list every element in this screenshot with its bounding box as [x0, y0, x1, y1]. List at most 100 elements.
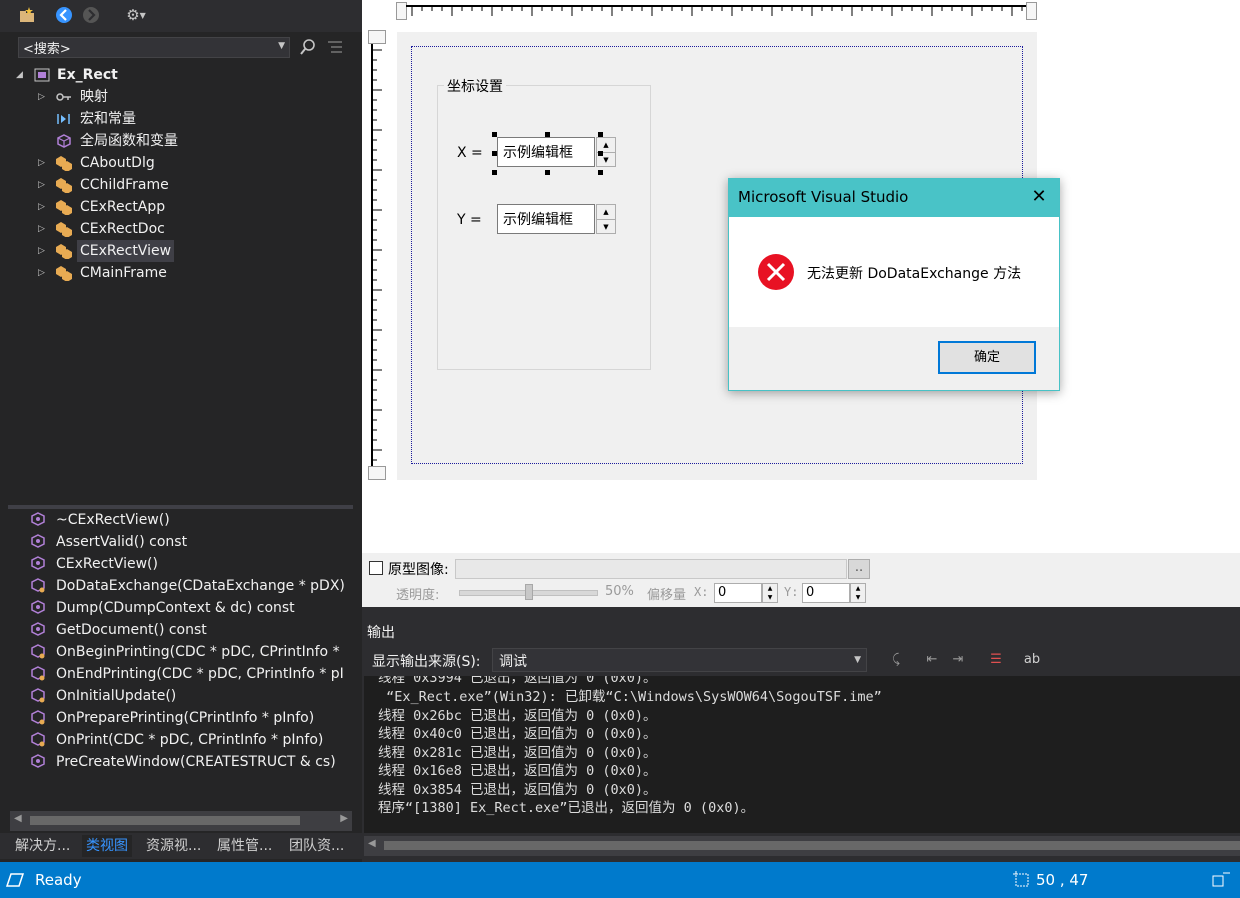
- filter-icon[interactable]: [324, 36, 346, 58]
- member-item[interactable]: OnBeginPrinting(CDC * pDC, CPrintInfo *: [30, 641, 354, 663]
- offset-y-spin[interactable]: ▲ ▼: [850, 583, 866, 603]
- collapsed-arrow-icon[interactable]: ▷: [38, 196, 45, 218]
- expanded-arrow-icon[interactable]: ◢: [16, 64, 23, 86]
- chevron-down-icon[interactable]: ▼: [854, 655, 861, 665]
- opacity-slider-thumb[interactable]: [524, 584, 533, 600]
- tree-item-cchildframe[interactable]: ▷ CChildFrame: [0, 174, 352, 196]
- search-input[interactable]: [19, 38, 275, 57]
- error-icon: [758, 254, 794, 290]
- class-icon: [56, 200, 72, 215]
- prototype-image-path-input[interactable]: [455, 559, 847, 579]
- tree-item-ex-rect[interactable]: ◢ Ex_Rect: [0, 64, 352, 86]
- resize-handle[interactable]: [545, 170, 550, 175]
- member-item[interactable]: CExRectView(): [30, 553, 354, 575]
- tree-item-label: CExRectApp: [80, 199, 166, 215]
- member-item[interactable]: ~CExRectView(): [30, 509, 354, 531]
- ok-button[interactable]: 确定: [938, 341, 1036, 374]
- key-icon: [56, 93, 71, 101]
- output-line: 程序“[1380] Ex_Rect.exe”已退出，返回值为 0 (0x0)。: [378, 800, 755, 816]
- collapsed-arrow-icon[interactable]: ▷: [38, 86, 45, 108]
- output-source-select[interactable]: 调试 ▼: [492, 648, 867, 672]
- resize-handle[interactable]: [492, 170, 497, 175]
- method-icon: [31, 556, 45, 570]
- x-static-label[interactable]: X =: [457, 145, 483, 161]
- class-view-search[interactable]: ▼: [18, 37, 290, 58]
- tree-item-label: Ex_Rect: [57, 67, 118, 83]
- go-to-line-icon[interactable]: ⤹: [886, 650, 906, 670]
- tab-team-explorer[interactable]: 团队资...: [285, 835, 348, 857]
- forward-icon[interactable]: [80, 4, 102, 26]
- tree-item-caboutdlg[interactable]: ▷ CAboutDlg: [0, 152, 352, 174]
- member-item[interactable]: PreCreateWindow(CREATESTRUCT & cs): [30, 751, 354, 773]
- output-text-area[interactable]: 线程 0x3994 已退出，返回值为 0 (0x0)。 “Ex_Rect.exe…: [364, 676, 1240, 833]
- output-line: “Ex_Rect.exe”(Win32): 已卸载“C:\Windows\Sys…: [378, 689, 882, 705]
- word-wrap-icon[interactable]: ab: [1022, 650, 1042, 670]
- member-item[interactable]: AssertValid() const: [30, 531, 354, 553]
- protected-method-icon: [31, 710, 45, 725]
- y-spin-control[interactable]: ▲ ▼: [596, 204, 616, 234]
- collapsed-arrow-icon[interactable]: ▷: [38, 218, 45, 240]
- search-icon[interactable]: [297, 36, 319, 58]
- protected-method-icon: [31, 644, 45, 659]
- resize-handle[interactable]: [598, 151, 603, 156]
- resize-handle[interactable]: [492, 151, 497, 156]
- resize-handle[interactable]: [492, 132, 497, 137]
- method-icon: [31, 754, 45, 768]
- members-horizontal-scrollbar[interactable]: ◀ ▶: [10, 811, 352, 831]
- member-item[interactable]: Dump(CDumpContext & dc) const: [30, 597, 354, 619]
- y-edit-control[interactable]: 示例编辑框: [497, 204, 595, 234]
- scrollbar-thumb[interactable]: [30, 816, 300, 825]
- scroll-right-icon[interactable]: ▶: [340, 813, 348, 824]
- output-horizontal-scrollbar[interactable]: ◀: [364, 836, 1240, 856]
- tab-property-manager[interactable]: 属性管...: [213, 835, 276, 857]
- collapsed-arrow-icon[interactable]: ▷: [38, 152, 45, 174]
- member-item[interactable]: OnPrint(CDC * pDC, CPrintInfo * pInfo): [30, 729, 354, 751]
- next-message-icon[interactable]: ⇥: [948, 650, 968, 670]
- settings-gear-icon[interactable]: ⚙ ▼: [118, 4, 154, 26]
- member-label: OnInitialUpdate(): [56, 688, 177, 704]
- previous-message-icon[interactable]: ⇤: [922, 650, 942, 670]
- tab-resource-view[interactable]: 资源视...: [142, 835, 205, 857]
- message-box-titlebar: Microsoft Visual Studio ✕: [729, 179, 1059, 217]
- resize-handle[interactable]: [598, 170, 603, 175]
- chevron-down-icon[interactable]: ▼: [278, 41, 285, 51]
- position-icon: [1013, 871, 1029, 887]
- output-line: 线程 0x16e8 已退出，返回值为 0 (0x0)。: [378, 763, 657, 779]
- offset-x-input[interactable]: 0: [714, 583, 762, 603]
- tab-class-view[interactable]: 类视图: [82, 835, 132, 857]
- opacity-value: 50%: [605, 584, 634, 599]
- x-edit-control[interactable]: 示例编辑框: [497, 137, 595, 167]
- y-static-label[interactable]: Y =: [457, 212, 482, 228]
- scrollbar-thumb[interactable]: [384, 841, 1240, 850]
- browse-button[interactable]: ..: [848, 559, 870, 579]
- member-item[interactable]: DoDataExchange(CDataExchange * pDX): [30, 575, 354, 597]
- tree-item-cexrectdoc[interactable]: ▷ CExRectDoc: [0, 218, 352, 240]
- offset-y-input[interactable]: 0: [802, 583, 850, 603]
- member-item[interactable]: GetDocument() const: [30, 619, 354, 641]
- close-icon[interactable]: ✕: [1027, 185, 1051, 209]
- collapsed-arrow-icon[interactable]: ▷: [38, 174, 45, 196]
- member-label: DoDataExchange(CDataExchange * pDX): [56, 578, 345, 594]
- tree-item-cmainframe[interactable]: ▷ CMainFrame: [0, 262, 352, 284]
- prototype-image-checkbox[interactable]: [369, 561, 383, 575]
- new-folder-icon[interactable]: [16, 4, 38, 26]
- member-item[interactable]: OnEndPrinting(CDC * pDC, CPrintInfo * pI: [30, 663, 354, 685]
- tab-solution-explorer[interactable]: 解决方...: [11, 835, 74, 857]
- collapsed-arrow-icon[interactable]: ▷: [38, 262, 45, 284]
- tree-item-maps[interactable]: ▷ 映射: [0, 86, 352, 108]
- tree-item-globals[interactable]: 全局函数和变量: [0, 130, 352, 152]
- tree-item-cexrectapp[interactable]: ▷ CExRectApp: [0, 196, 352, 218]
- tree-item-cexrectview[interactable]: ▷ CExRectView: [0, 240, 352, 262]
- member-item[interactable]: OnPreparePrinting(CPrintInfo * pInfo): [30, 707, 354, 729]
- resize-handle[interactable]: [545, 132, 550, 137]
- member-item[interactable]: OnInitialUpdate(): [30, 685, 354, 707]
- tree-item-macros[interactable]: 宏和常量: [0, 108, 352, 130]
- scroll-left-icon[interactable]: ◀: [368, 838, 376, 849]
- back-icon[interactable]: [53, 4, 75, 26]
- resize-handle[interactable]: [598, 132, 603, 137]
- scroll-left-icon[interactable]: ◀: [14, 813, 22, 824]
- collapsed-arrow-icon[interactable]: ▷: [38, 240, 45, 262]
- class-icon: [56, 178, 72, 193]
- clear-all-icon[interactable]: ☰: [986, 650, 1006, 670]
- offset-x-spin[interactable]: ▲ ▼: [762, 583, 778, 603]
